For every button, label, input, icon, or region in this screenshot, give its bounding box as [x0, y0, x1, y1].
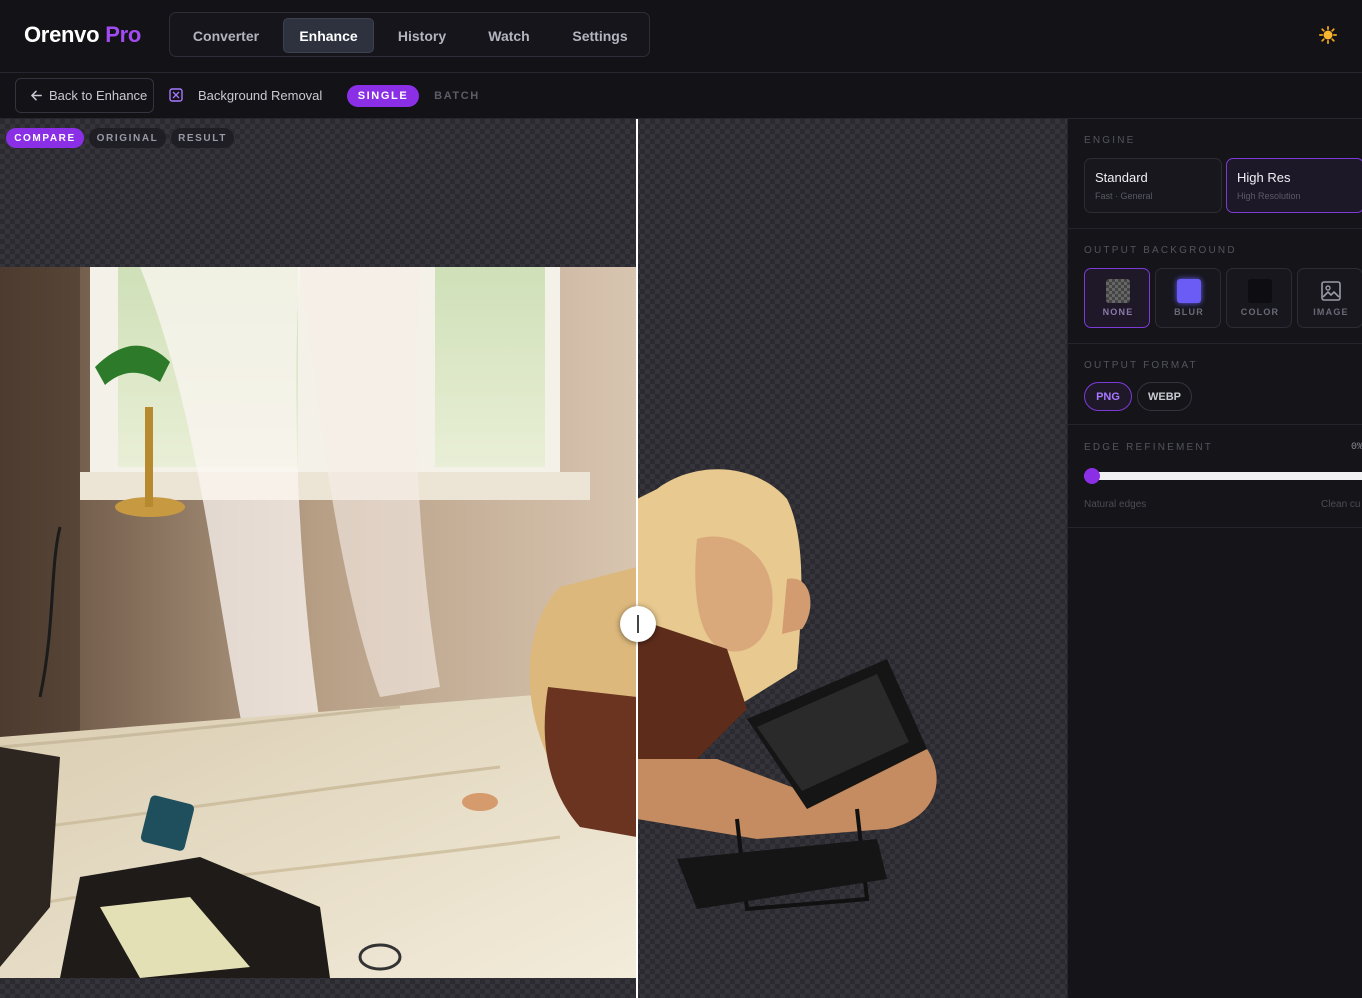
bg-option-label: NONE	[1102, 307, 1134, 317]
transparent-swatch-icon	[1106, 279, 1130, 303]
compare-divider[interactable]	[636, 119, 638, 998]
section-divider	[1068, 343, 1362, 344]
bg-option-none[interactable]: NONE	[1084, 268, 1150, 328]
engine-section-title: ENGINE	[1084, 135, 1136, 146]
output-background-title: OUTPUT BACKGROUND	[1084, 245, 1237, 256]
brand-accent: Pro	[105, 22, 142, 47]
format-png-button[interactable]: PNG	[1084, 382, 1132, 411]
edge-refinement-title: EDGE REFINEMENT	[1084, 442, 1214, 453]
engine-option-title: Standard	[1095, 170, 1148, 185]
edge-refinement-slider-track[interactable]	[1084, 472, 1362, 480]
settings-panel: ENGINE Standard Fast · General High Res …	[1067, 119, 1362, 998]
section-divider	[1068, 424, 1362, 425]
view-result[interactable]: RESULT	[171, 128, 234, 148]
app-logo[interactable]: Orenvo Pro	[24, 22, 141, 48]
tab-history[interactable]: History	[382, 18, 462, 53]
background-removal-icon	[169, 88, 183, 102]
sun-icon[interactable]	[1319, 26, 1337, 44]
bg-option-label: BLUR	[1174, 307, 1204, 317]
arrow-left-icon	[31, 90, 42, 101]
slider-max-label: Clean cu	[1321, 499, 1361, 510]
bg-option-color[interactable]: COLOR	[1226, 268, 1292, 328]
image-icon	[1321, 281, 1341, 301]
tool-toolbar: Back to Enhance Background Removal SINGL…	[0, 73, 1362, 119]
slider-min-label: Natural edges	[1084, 499, 1147, 510]
tool-title: Background Removal	[198, 88, 323, 103]
mode-batch-toggle[interactable]: BATCH	[428, 85, 486, 107]
output-format-title: OUTPUT FORMAT	[1084, 360, 1198, 371]
original-photo	[0, 267, 637, 978]
bg-option-label: COLOR	[1240, 307, 1280, 317]
tab-converter[interactable]: Converter	[178, 18, 274, 53]
blur-swatch-icon	[1177, 279, 1201, 303]
bg-option-blur[interactable]: BLUR	[1155, 268, 1221, 328]
engine-standard-option[interactable]: Standard Fast · General	[1084, 158, 1222, 213]
engine-option-subtitle: High Resolution	[1237, 191, 1301, 201]
bg-option-image[interactable]: IMAGE	[1297, 268, 1362, 328]
back-to-enhance-button[interactable]: Back to Enhance	[15, 78, 154, 113]
edge-refinement-value: 0%	[1351, 442, 1362, 453]
view-compare[interactable]: COMPARE	[6, 128, 84, 148]
edge-refinement-slider-thumb[interactable]	[1084, 468, 1100, 484]
section-divider	[1068, 527, 1362, 528]
tab-settings[interactable]: Settings	[557, 18, 643, 53]
brand-name: Orenvo	[24, 22, 100, 47]
bg-option-label: IMAGE	[1313, 307, 1349, 317]
mode-single-toggle[interactable]: SINGLE	[347, 85, 419, 107]
engine-option-subtitle: Fast · General	[1095, 191, 1153, 201]
section-divider	[1068, 228, 1362, 229]
view-original[interactable]: ORIGINAL	[89, 128, 166, 148]
tab-watch[interactable]: Watch	[469, 18, 549, 53]
top-navigation-bar: Orenvo Pro Converter Enhance History Wat…	[0, 0, 1362, 73]
result-cutout	[637, 469, 937, 912]
compare-handle-icon[interactable]	[620, 606, 656, 642]
comparison-canvas[interactable]: COMPARE ORIGINAL RESULT	[0, 119, 1067, 998]
format-webp-button[interactable]: WEBP	[1137, 382, 1192, 411]
color-swatch-icon	[1248, 279, 1272, 303]
main-nav-tabs: Converter Enhance History Watch Settings	[169, 12, 650, 57]
tab-enhance[interactable]: Enhance	[283, 18, 374, 53]
engine-high-res-option[interactable]: High Res High Resolution	[1226, 158, 1362, 213]
engine-option-title: High Res	[1237, 170, 1291, 185]
back-button-label: Back to Enhance	[49, 88, 148, 103]
